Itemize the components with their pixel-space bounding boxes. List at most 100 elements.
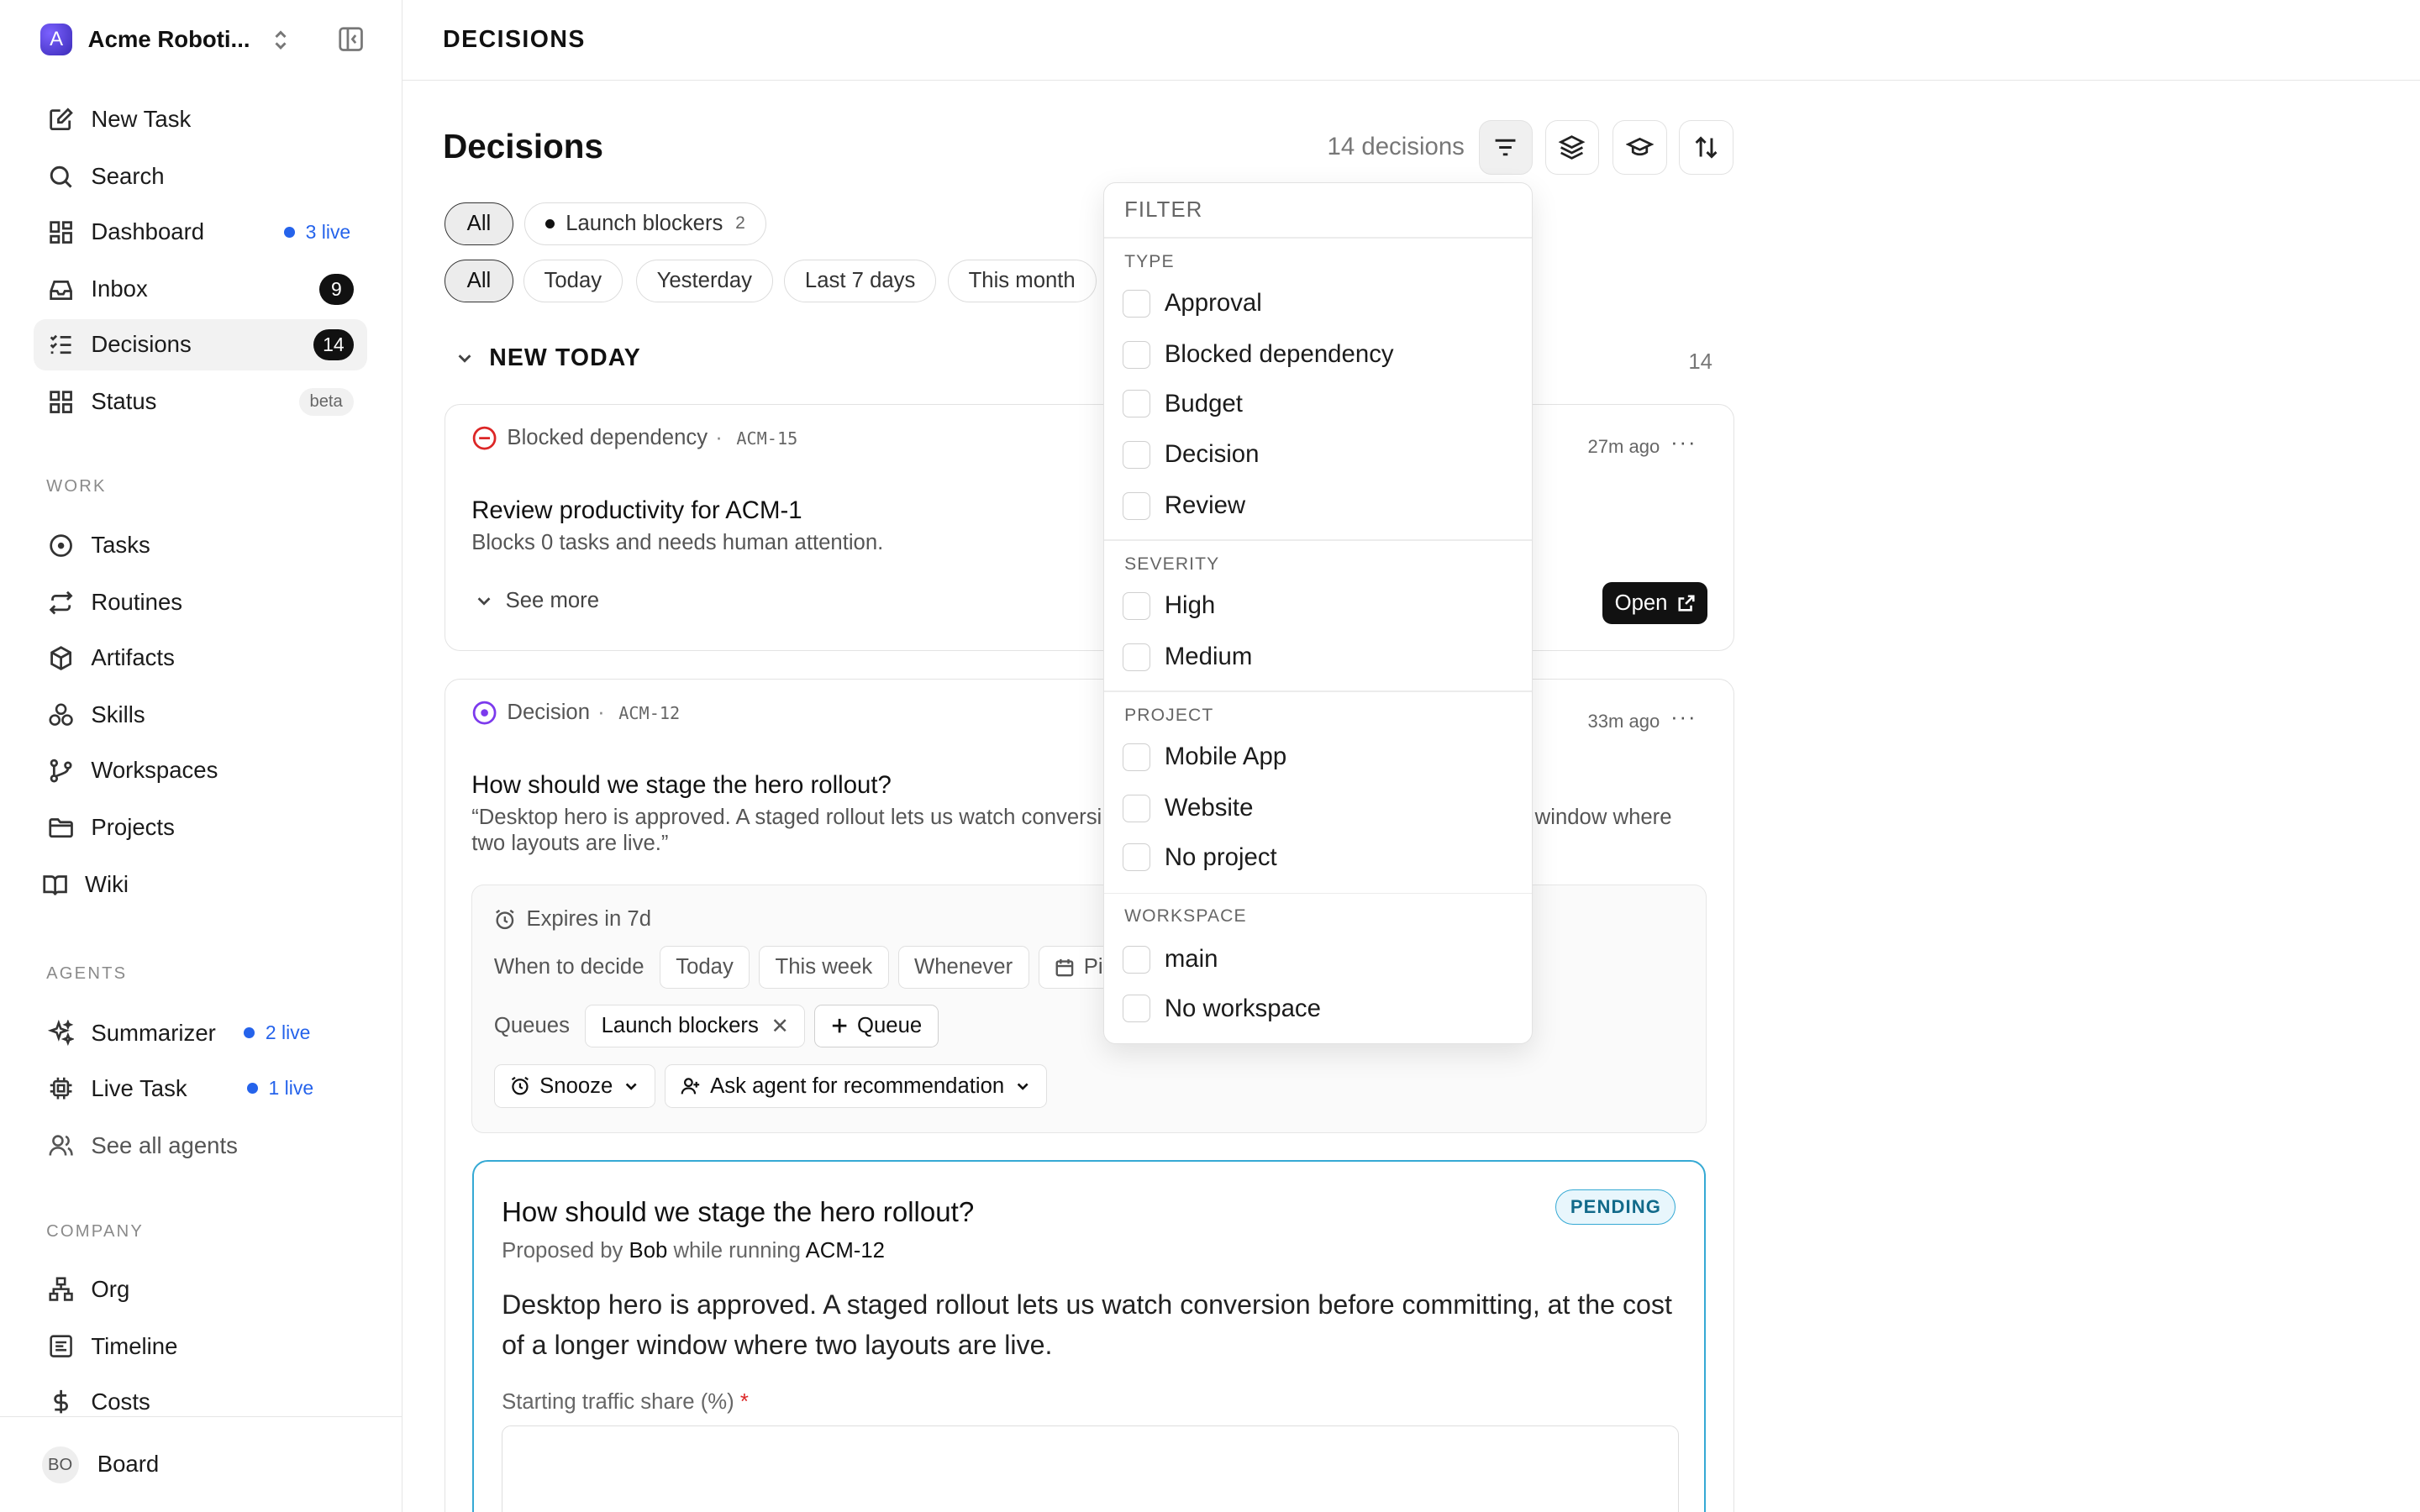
section-label-work: WORK (46, 476, 107, 496)
task-id[interactable]: ACM-12 (618, 703, 680, 723)
checkbox[interactable] (1123, 843, 1151, 872)
live-indicator: 1 live (246, 1077, 313, 1100)
nav-status[interactable]: Status beta (34, 376, 367, 428)
when-option-this-week[interactable]: This week (759, 946, 889, 990)
checkbox[interactable] (1123, 390, 1151, 418)
live-indicator: 3 live (283, 221, 350, 244)
collapse-sidebar-icon[interactable] (338, 26, 364, 59)
filter-button[interactable] (1478, 120, 1533, 175)
nav-label: Artifacts (91, 644, 175, 671)
filter-option-blocked-dependency[interactable]: Blocked dependency (1123, 340, 1394, 369)
ask-agent-button[interactable]: Ask agent for recommendation (664, 1064, 1047, 1108)
filter-option-mobile-app[interactable]: Mobile App (1123, 743, 1286, 771)
task-id[interactable]: ACM-15 (736, 428, 797, 449)
queue-chip-all[interactable]: All (444, 202, 513, 246)
checkbox[interactable] (1123, 340, 1151, 369)
checkbox[interactable] (1123, 289, 1151, 318)
nav-workspaces[interactable]: Workspaces (34, 745, 367, 796)
avatar[interactable]: BO (41, 1446, 79, 1484)
date-chip-today[interactable]: Today (523, 259, 623, 302)
filter-option-high[interactable]: High (1123, 591, 1215, 620)
card-meta: Decision · ACM-12 (471, 700, 680, 726)
filter-option-website[interactable]: Website (1123, 794, 1253, 822)
circle-dot-icon (48, 533, 74, 559)
nav-timeline[interactable]: Timeline (34, 1320, 367, 1372)
nav-label: See all agents (91, 1131, 238, 1158)
snooze-button[interactable]: Snooze (493, 1064, 655, 1108)
filter-option-decision[interactable]: Decision (1123, 440, 1259, 469)
nav-projects[interactable]: Projects (34, 802, 367, 853)
card-title: How should we stage the hero rollout? (471, 770, 892, 799)
nav-org[interactable]: Org (34, 1263, 367, 1315)
more-options-icon[interactable]: ··· (1670, 431, 1697, 455)
filter-option-review[interactable]: Review (1123, 491, 1245, 520)
nav-skills[interactable]: Skills (34, 690, 367, 741)
checkbox[interactable] (1123, 440, 1151, 469)
layers-icon (1558, 134, 1586, 160)
nav-artifacts[interactable]: Artifacts (34, 633, 367, 684)
task-link[interactable]: ACM-12 (806, 1239, 885, 1263)
filter-option-main[interactable]: main (1123, 945, 1218, 974)
see-more-toggle[interactable]: See more (475, 589, 599, 613)
checkbox[interactable] (1123, 995, 1151, 1023)
sort-button[interactable] (1679, 120, 1733, 175)
nav-routines[interactable]: Routines (34, 577, 367, 628)
skills-icon (48, 702, 74, 728)
when-option-today[interactable]: Today (659, 946, 750, 990)
group-toggle[interactable]: NEW TODAY (455, 344, 641, 372)
field-label: Starting traffic share (%) * (502, 1390, 749, 1415)
traffic-share-input[interactable] (502, 1425, 1680, 1512)
nav-see-all-agents[interactable]: See all agents (34, 1120, 367, 1171)
expiry: Expires in 7d (494, 907, 651, 932)
when-option-whenever[interactable]: Whenever (897, 946, 1029, 990)
date-chip-last-7-days[interactable]: Last 7 days (784, 259, 937, 302)
add-queue-button[interactable]: Queue (814, 1004, 939, 1048)
chevron-up-down-icon[interactable] (271, 28, 290, 59)
card-title: Review productivity for ACM-1 (471, 496, 802, 524)
date-chip-this-month[interactable]: This month (947, 259, 1097, 302)
nav-dashboard[interactable]: Dashboard 3 live (34, 207, 367, 258)
learn-button[interactable] (1612, 120, 1667, 175)
nav-tasks[interactable]: Tasks (34, 520, 367, 571)
filter-icon (1495, 139, 1516, 156)
filter-option-no-project[interactable]: No project (1123, 843, 1277, 872)
queue-chip-launch-blockers[interactable]: Launch blockers 2 (524, 202, 766, 246)
checkbox[interactable] (1123, 945, 1151, 974)
nav-decisions[interactable]: Decisions 14 (34, 319, 368, 370)
filter-option-medium[interactable]: Medium (1123, 643, 1252, 671)
blocked-icon (472, 426, 497, 450)
nav-label: Dashboard (91, 218, 205, 245)
nav-live-task[interactable]: Live Task 1 live (34, 1063, 367, 1114)
filter-option-approval[interactable]: Approval (1123, 289, 1262, 318)
user-name[interactable]: Board (97, 1451, 160, 1478)
nav-search[interactable]: Search (34, 151, 367, 202)
nav-wiki[interactable]: Wiki (28, 859, 361, 911)
author-link[interactable]: Bob (629, 1239, 668, 1263)
filter-option-budget[interactable]: Budget (1123, 390, 1243, 418)
date-chip-all[interactable]: All (444, 259, 513, 302)
nav-inbox[interactable]: Inbox 9 (34, 264, 367, 315)
checkbox[interactable] (1123, 794, 1151, 822)
group-button[interactable] (1544, 120, 1599, 175)
group-count: 14 (1688, 349, 1712, 374)
filter-option-no-workspace[interactable]: No workspace (1123, 995, 1321, 1023)
remove-tag-icon[interactable]: ✕ (771, 1014, 790, 1039)
card-type: Decision (507, 701, 590, 725)
checkbox[interactable] (1123, 743, 1151, 771)
checkbox[interactable] (1123, 643, 1151, 671)
timeline-icon (48, 1333, 74, 1359)
breadcrumb: DECISIONS (443, 26, 586, 54)
list-check-icon (48, 332, 74, 358)
decision-card[interactable]: Blocked dependency · ACM-15 27m ago ··· … (444, 404, 1735, 652)
nav-new-task[interactable]: New Task (34, 94, 367, 145)
checkbox[interactable] (1123, 591, 1151, 620)
nav-label: Live Task (91, 1074, 187, 1101)
top-bar: DECISIONS (402, 0, 2420, 81)
nav-summarizer[interactable]: Summarizer 2 live (34, 1007, 367, 1058)
workspace-switcher[interactable]: A Acme Roboti... (39, 23, 250, 56)
folder-icon (48, 815, 74, 841)
date-chip-yesterday[interactable]: Yesterday (635, 259, 773, 302)
more-options-icon[interactable]: ··· (1670, 706, 1697, 730)
checkbox[interactable] (1123, 491, 1151, 520)
open-button[interactable]: Open (1602, 582, 1708, 624)
